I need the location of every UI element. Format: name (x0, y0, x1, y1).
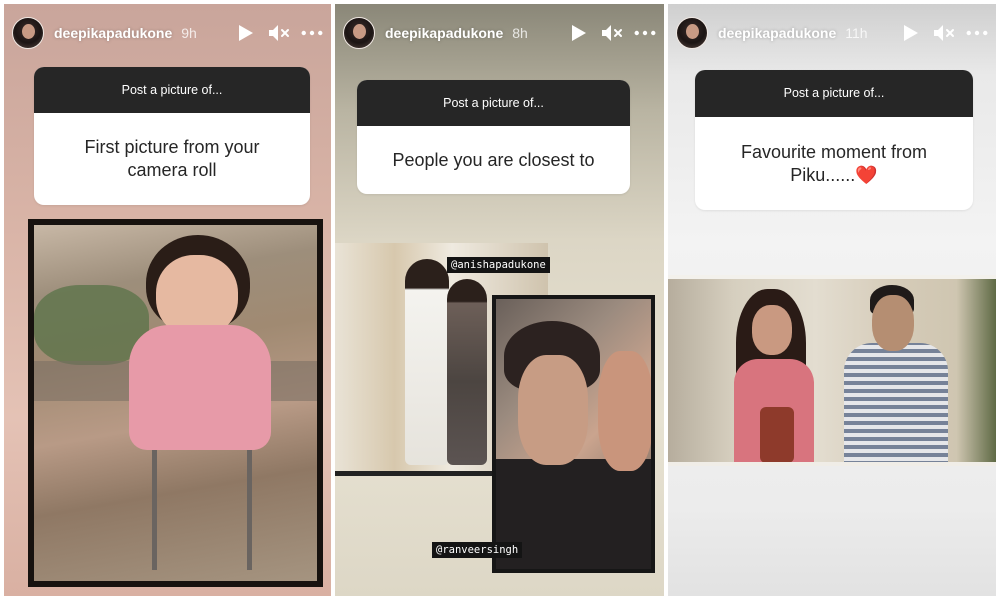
childhood-photo (28, 219, 323, 587)
mention-tag-ranveer[interactable]: @ranveersingh (432, 542, 523, 558)
story-time: 11h (845, 25, 868, 41)
prompt-text: People you are closest to (392, 149, 595, 170)
more-icon[interactable] (634, 22, 656, 44)
question-sticker[interactable]: Post a picture of... Favourite moment fr… (695, 70, 973, 210)
story-header: deepikapadukone 11h (676, 16, 988, 50)
prompt-label: Post a picture of... (357, 80, 630, 126)
question-sticker[interactable]: Post a picture of... First picture from … (34, 67, 310, 205)
prompt-text: First picture from your camera roll (84, 137, 260, 180)
prompt-text-container: Favourite moment from Piku......❤️ (695, 117, 973, 210)
username[interactable]: deepikapadukone (54, 25, 172, 41)
username[interactable]: deepikapadukone (718, 25, 836, 41)
mute-icon[interactable] (268, 22, 290, 44)
story-header: deepikapadukone 8h (343, 16, 656, 50)
prompt-label: Post a picture of... (695, 70, 973, 117)
mention-tag-anisha[interactable]: @anishapadukone (447, 257, 550, 273)
story-controls (900, 22, 988, 44)
story-time: 8h (512, 25, 528, 41)
avatar[interactable] (343, 17, 375, 49)
avatar[interactable] (12, 17, 44, 49)
story-time: 9h (181, 25, 197, 41)
play-icon[interactable] (235, 22, 257, 44)
play-icon[interactable] (900, 22, 922, 44)
story-controls (235, 22, 323, 44)
mute-icon[interactable] (601, 22, 623, 44)
more-icon[interactable] (301, 22, 323, 44)
piku-still-photo (668, 275, 996, 466)
story-panel-3[interactable]: deepikapadukone 11h Post a picture of...… (668, 4, 996, 596)
play-icon[interactable] (568, 22, 590, 44)
prompt-label: Post a picture of... (34, 67, 310, 113)
avatar[interactable] (676, 17, 708, 49)
couple-photo (492, 295, 655, 573)
more-icon[interactable] (966, 22, 988, 44)
prompt-text: Favourite moment from Piku...... (740, 141, 928, 185)
story-panel-2[interactable]: deepikapadukone 8h Post a picture of... … (335, 4, 664, 596)
heart-emoji: ❤️ (855, 164, 878, 185)
username[interactable]: deepikapadukone (385, 25, 503, 41)
mute-icon[interactable] (933, 22, 955, 44)
story-header: deepikapadukone 9h (12, 16, 323, 50)
question-sticker[interactable]: Post a picture of... People you are clos… (357, 80, 630, 194)
story-panel-1[interactable]: deepikapadukone 9h Post a picture of... … (4, 4, 331, 596)
story-controls (568, 22, 656, 44)
